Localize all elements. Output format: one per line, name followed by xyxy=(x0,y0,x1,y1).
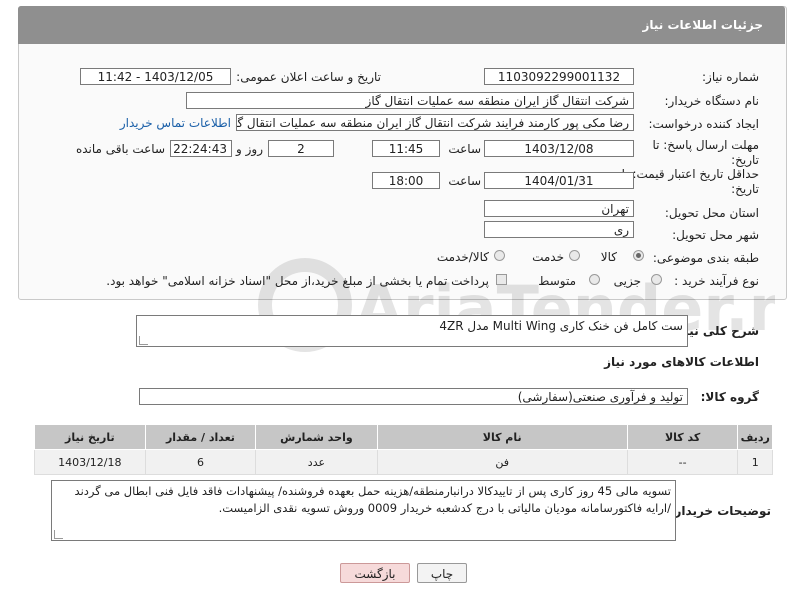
need-number-label: شماره نیاز: xyxy=(702,70,759,84)
remaining-time-field: 22:24:43 xyxy=(170,140,232,157)
price-validity-time-field: 18:00 xyxy=(372,172,440,189)
resize-handle-icon[interactable] xyxy=(54,530,63,539)
buyer-org-label: نام دستگاه خریدار: xyxy=(664,94,760,108)
buyer-notes-line-1: تسویه مالی 45 روز کاری پس از تاییدکالا د… xyxy=(74,484,671,498)
buyer-contact-link[interactable]: اطلاعات تماس خریدار xyxy=(120,116,231,130)
requester-field: رضا مکی پور کارمند فرایند شرکت انتقال گا… xyxy=(236,114,634,131)
buyer-org-field: شرکت انتقال گاز ایران منطقه سه عملیات ان… xyxy=(186,92,634,109)
price-validity-date-field: 1404/01/31 xyxy=(484,172,634,189)
treasury-payment-note: پرداخت تمام یا بخشی از مبلغ خرید،از محل … xyxy=(106,274,489,288)
announce-datetime-field: 1403/12/05 - 11:42 xyxy=(80,68,231,85)
cell-date: 1403/12/18 xyxy=(34,449,146,475)
category-label: طبقه بندی موضوعی: xyxy=(652,251,759,265)
city-field: ری xyxy=(484,221,634,238)
buyer-notes-line-2: /ارایه فاکتورسامانه مودیان مالیاتی با در… xyxy=(218,501,671,515)
category-option-service: خدمت xyxy=(532,250,564,264)
reply-deadline-label-date: تاریخ: xyxy=(731,153,759,167)
cell-qty: 6 xyxy=(144,449,257,475)
remaining-time-label: ساعت باقی مانده xyxy=(75,142,165,156)
cell-row: 1 xyxy=(737,449,773,475)
items-table: ردیف کد کالا نام کالا واحد شمارش تعداد /… xyxy=(34,424,773,475)
price-validity-time-label: ساعت xyxy=(448,174,481,188)
requester-label: ایجاد کننده درخواست: xyxy=(648,117,759,131)
category-option-goods: کالا xyxy=(600,250,617,264)
price-validity-label: حداقل تاریخ اعتبار قیمت: تا xyxy=(621,167,759,181)
treasury-payment-checkbox[interactable] xyxy=(496,274,507,285)
reply-deadline-time-label: ساعت xyxy=(448,142,481,156)
purchase-option-minor: جزیی xyxy=(613,274,641,288)
items-section-title: اطلاعات کالاهای مورد نیاز xyxy=(604,355,759,369)
col-date: تاریخ نیاز xyxy=(34,424,146,450)
col-unit: واحد شمارش xyxy=(255,424,378,450)
purchase-option-medium: متوسط xyxy=(538,274,576,288)
col-name: نام کالا xyxy=(376,424,628,450)
reply-deadline-label: مهلت ارسال پاسخ: تا xyxy=(652,138,759,152)
print-button[interactable]: چاپ xyxy=(417,563,467,583)
category-radio-both[interactable] xyxy=(494,250,505,261)
reply-deadline-date-field: 1403/12/08 xyxy=(484,140,634,157)
need-number-field: 1103092299001132 xyxy=(484,68,634,85)
purchase-radio-minor[interactable] xyxy=(651,274,662,285)
province-label: استان محل تحویل: xyxy=(664,206,759,220)
purchase-radio-medium[interactable] xyxy=(589,274,600,285)
col-row: ردیف xyxy=(737,424,773,450)
buyer-notes-textarea[interactable]: تسویه مالی 45 روز کاری پس از تاییدکالا د… xyxy=(51,480,676,541)
page-title: جزئیات اطلاعات نیاز xyxy=(642,18,763,32)
category-radio-service[interactable] xyxy=(569,250,580,261)
col-code: کد کالا xyxy=(626,424,739,450)
panel-header: جزئیات اطلاعات نیاز xyxy=(18,6,785,44)
reply-deadline-days-field: 2 xyxy=(268,140,334,157)
purchase-type-label: نوع فرآیند خرید : xyxy=(674,274,759,288)
announce-datetime-label: تاریخ و ساعت اعلان عمومی: xyxy=(236,70,381,84)
resize-handle-icon[interactable] xyxy=(139,336,148,345)
buyer-notes-label: توضیحات خریدار: xyxy=(669,504,771,518)
cell-name: فن xyxy=(376,449,628,475)
description-textarea[interactable]: ست کامل فن خنک کاری Multi Wing مدل 4ZR xyxy=(136,315,688,347)
goods-group-label: گروه کالا: xyxy=(700,390,759,404)
description-text: ست کامل فن خنک کاری Multi Wing مدل 4ZR xyxy=(439,319,683,333)
cell-unit: عدد xyxy=(255,449,378,475)
reply-deadline-time-field: 11:45 xyxy=(372,140,440,157)
col-qty: تعداد / مقدار xyxy=(144,424,257,450)
table-row: 1 -- فن عدد 6 1403/12/18 xyxy=(34,449,773,475)
cell-code: -- xyxy=(626,449,739,475)
days-label: روز و xyxy=(236,142,263,156)
back-button[interactable]: بازگشت xyxy=(340,563,410,583)
category-option-both: کالا/خدمت xyxy=(436,250,489,264)
goods-group-field: تولید و فرآوری صنعتی(سفارشی) xyxy=(139,388,688,405)
city-label: شهر محل تحویل: xyxy=(672,228,759,242)
province-field: تهران xyxy=(484,200,634,217)
category-radio-goods[interactable] xyxy=(633,250,644,261)
price-validity-label-date: تاریخ: xyxy=(731,182,759,196)
items-table-header: ردیف کد کالا نام کالا واحد شمارش تعداد /… xyxy=(34,424,773,450)
